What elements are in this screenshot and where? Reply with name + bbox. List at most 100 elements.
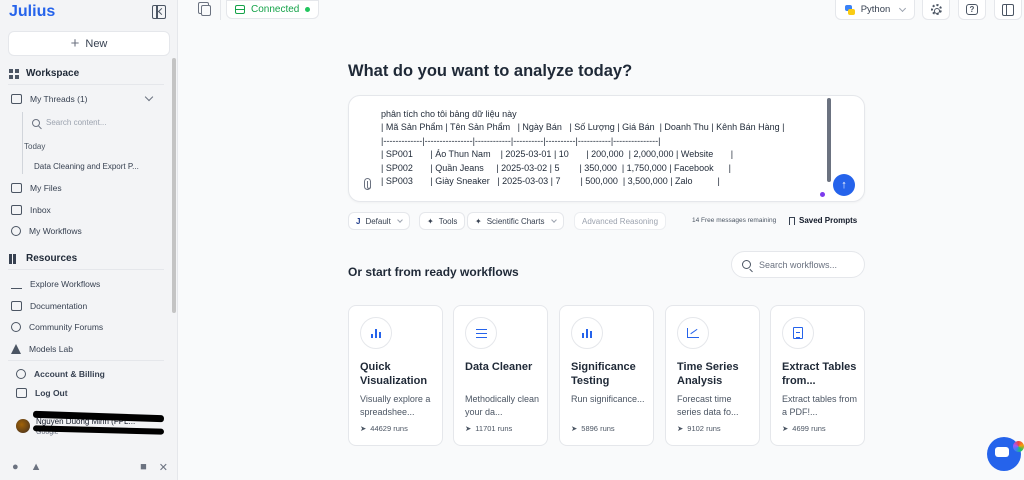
rocket-icon: ➤ — [360, 424, 367, 433]
sidebar-item-community-forums[interactable]: Community Forums — [11, 322, 103, 332]
apple-icon[interactable]: ● — [12, 461, 19, 474]
thread-search-input[interactable]: Search content... — [32, 118, 106, 127]
arrow-up-icon: ↑ — [841, 179, 847, 191]
workflow-card-title: Time Series Analysis — [677, 361, 739, 387]
workflows-heading: Or start from ready workflows — [348, 265, 519, 279]
rocket-icon: ➤ — [571, 424, 578, 433]
chevron-down-icon — [899, 4, 907, 12]
my-threads-label: My Threads (1) — [30, 94, 88, 104]
workflow-card-title: Data Cleaner — [465, 361, 533, 373]
sidebar-item-inbox[interactable]: Inbox — [11, 205, 51, 215]
plus-icon: + — [70, 35, 80, 52]
python-icon — [844, 4, 855, 15]
thread-list-item[interactable]: Data Cleaning and Export P... — [34, 162, 139, 171]
help-button[interactable]: ? — [958, 0, 986, 20]
sidebar-item-explore-workflows[interactable]: Explore Workflows — [11, 279, 100, 289]
chevron-down-icon — [550, 217, 557, 223]
workspace-section-title: Workspace — [9, 68, 79, 79]
bar-chart-icon — [571, 317, 603, 349]
divider — [220, 0, 221, 20]
documentation-label: Documentation — [30, 301, 88, 311]
sidebar-footer: ● ▲ ■ ✕ — [12, 461, 168, 474]
line-chart-icon — [677, 317, 709, 349]
sidebar-item-models-lab[interactable]: Models Lab — [11, 344, 73, 354]
document-icon — [782, 317, 814, 349]
workflow-card-description: Visually explore a spreadshee... — [360, 394, 431, 417]
tools-button[interactable]: ✦ Tools — [419, 212, 466, 230]
explore-workflows-label: Explore Workflows — [30, 279, 101, 289]
new-thread-button[interactable]: + New — [8, 31, 170, 56]
mail-icon — [11, 205, 22, 215]
chat-icon — [11, 94, 22, 104]
advanced-reasoning-toggle[interactable]: Advanced Reasoning — [574, 212, 667, 230]
grid-icon — [9, 68, 20, 79]
workflow-card[interactable]: Time Series Analysis Forecast time serie… — [665, 305, 760, 446]
avatar — [16, 419, 30, 433]
my-files-label: My Files — [30, 183, 62, 193]
prompt-input[interactable]: phân tích cho tôi bảng dữ liệu này | Mã … — [348, 95, 865, 202]
saved-prompts-button[interactable]: Saved Prompts — [789, 216, 857, 225]
panel-icon — [1002, 3, 1014, 16]
toggle-panel-button[interactable] — [994, 0, 1022, 20]
help-icon: ? — [966, 4, 978, 15]
scientific-charts-label: Scientific Charts — [486, 216, 545, 226]
models-lab-label: Models Lab — [29, 344, 73, 354]
new-button-label: New — [85, 37, 108, 50]
workflow-search-input[interactable]: Search workflows... — [731, 251, 865, 278]
attach-icon[interactable] — [364, 178, 371, 190]
sidebar-item-my-workflows[interactable]: My Workflows — [11, 226, 82, 236]
copy-icon[interactable] — [198, 2, 211, 16]
workflow-card[interactable]: Extract Tables from... Extract tables fr… — [770, 305, 865, 446]
language-select[interactable]: Python — [835, 0, 915, 20]
sidebar-item-documentation[interactable]: Documentation — [11, 301, 87, 311]
sidebar-item-my-threads[interactable]: My Threads (1) — [11, 94, 88, 104]
sidebar: Julius + New Workspace My Threads (1) Se… — [0, 0, 178, 480]
language-label: Python — [860, 4, 891, 15]
trending-icon — [11, 279, 22, 289]
sidebar-item-log-out[interactable]: Log Out — [16, 388, 68, 398]
workflow-card-description: Run significance... — [571, 394, 645, 404]
workflow-search-placeholder: Search workflows... — [759, 259, 838, 270]
prompt-text[interactable]: phân tích cho tôi bảng dữ liệu này | Mã … — [381, 108, 831, 188]
workflow-card[interactable]: Significance Testing Run significance...… — [559, 305, 654, 446]
flask-icon — [11, 344, 21, 354]
chevron-down-icon — [396, 217, 403, 223]
tools-label: Tools — [438, 216, 458, 226]
divider — [8, 360, 164, 361]
discord-icon[interactable]: ■ — [140, 461, 147, 474]
bookmark-icon — [789, 216, 795, 225]
resources-label: Resources — [26, 253, 78, 264]
inbox-label: Inbox — [30, 205, 51, 215]
collapse-sidebar-icon[interactable] — [152, 5, 166, 19]
divider — [8, 84, 164, 85]
workflow-card[interactable]: Quick Visualization Visually explore a s… — [348, 305, 443, 446]
workflow-card-description: Forecast time series data fo... — [677, 394, 739, 417]
android-icon[interactable]: ▲ — [31, 461, 42, 474]
users-icon — [11, 322, 21, 332]
workflow-card-runs: ➤ 44629 runs — [360, 424, 408, 433]
settings-button[interactable] — [922, 0, 950, 20]
tree-line — [22, 112, 23, 174]
free-messages-counter: 14 Free messages remaining — [692, 217, 777, 224]
sidebar-item-account-billing[interactable]: Account & Billing — [16, 369, 105, 379]
resources-section-title: Resources — [9, 253, 77, 264]
connection-status[interactable]: Connected — [226, 0, 320, 19]
workspace-label: Workspace — [26, 68, 80, 79]
send-button[interactable]: ↑ — [833, 174, 855, 196]
server-icon — [235, 5, 245, 14]
account-billing-label: Account & Billing — [34, 369, 105, 379]
rocket-icon: ➤ — [677, 424, 684, 433]
advanced-reasoning-label: Advanced Reasoning — [582, 216, 659, 226]
workflow-card[interactable]: Data Cleaner Methodically clean your da.… — [453, 305, 548, 446]
scientific-charts-select[interactable]: ✦ Scientific Charts — [467, 212, 564, 230]
x-icon[interactable]: ✕ — [159, 461, 168, 474]
prompt-scrollbar[interactable] — [827, 98, 831, 182]
workflow-icon — [11, 226, 21, 236]
model-select[interactable]: J Default — [348, 212, 410, 230]
workflow-card-runs: ➤ 11701 runs — [465, 424, 513, 433]
sidebar-item-my-files[interactable]: My Files — [11, 183, 62, 193]
chevron-down-icon[interactable] — [144, 92, 154, 102]
sidebar-scrollbar[interactable] — [172, 58, 176, 313]
app-logo[interactable]: Julius — [9, 3, 55, 21]
page-title: What do you want to analyze today? — [348, 62, 633, 80]
